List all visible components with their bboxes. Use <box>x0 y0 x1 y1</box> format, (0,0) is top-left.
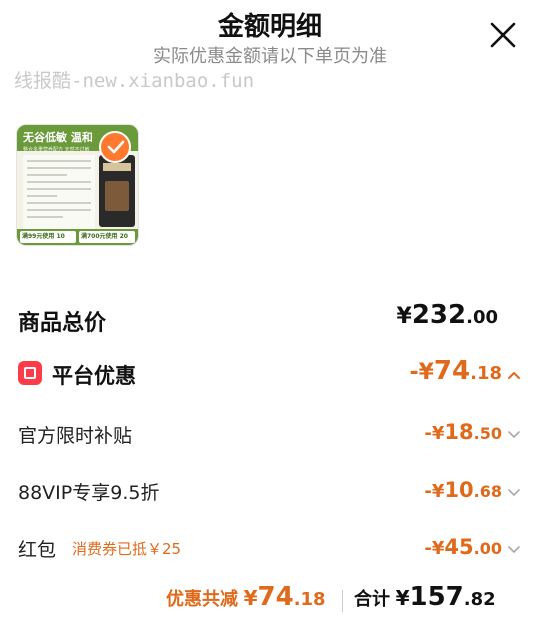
footer-total-dec: .82 <box>463 589 496 610</box>
footer-saved-int: 74 <box>257 582 294 612</box>
product-coupon: 满99元使用 10 <box>20 231 76 243</box>
watermark: 线报酷-new.xianbao.fun <box>14 70 255 92</box>
discount-prefix: -¥ <box>424 538 445 559</box>
platform-discount-dec: .18 <box>470 363 502 384</box>
discount-int: 45 <box>444 535 474 559</box>
footer-total-label: 合计 <box>354 589 390 610</box>
close-icon <box>490 22 516 48</box>
product-bag-photo <box>105 181 129 211</box>
product-coupons: 满99元使用 10 满700元使用 20 <box>17 229 138 245</box>
subtotal-int: 232 <box>411 300 467 330</box>
footer-saved: 优惠共减 ¥74.18 <box>166 582 326 612</box>
discount-label: 红包 <box>18 539 57 561</box>
chevron-down-icon <box>508 430 520 438</box>
footer-saved-dec: .18 <box>293 589 326 610</box>
footer-saved-currency: ¥ <box>243 586 258 610</box>
product-coupon: 满700元使用 20 <box>79 231 135 243</box>
discount-int: 18 <box>444 420 474 444</box>
platform-discount-label: 平台优惠 <box>52 364 136 388</box>
chevron-up-icon <box>508 371 520 379</box>
product-description-card <box>23 155 95 229</box>
close-button[interactable] <box>488 20 518 50</box>
check-icon <box>107 140 125 154</box>
product-banner-text: 无谷低敏 温和 <box>23 131 93 144</box>
discount-row-toggle[interactable]: -¥18.50 <box>424 420 520 444</box>
footer-divider <box>342 590 343 612</box>
footer-summary: 优惠共减 ¥74.18 合计 ¥157.82 <box>0 582 540 620</box>
footer-total-currency: ¥ <box>395 586 410 610</box>
discount-prefix: -¥ <box>424 481 445 502</box>
subtotal-currency: ¥ <box>396 304 412 329</box>
footer-saved-label: 优惠共减 <box>166 589 238 610</box>
discount-int: 10 <box>444 478 474 502</box>
subtotal-value: ¥232.00 <box>397 300 498 330</box>
page-title: 金额明细 <box>217 12 322 42</box>
selected-badge <box>99 131 131 163</box>
footer-total-int: 157 <box>409 582 464 612</box>
coupon-note: 消费券已抵￥25 <box>72 540 182 558</box>
discount-label: 88VIP专享9.5折 <box>18 482 160 504</box>
platform-discount-prefix: -¥ <box>409 360 434 385</box>
red-packet-icon <box>18 361 42 385</box>
discount-dec: .68 <box>473 482 502 501</box>
product-bag-label <box>103 163 131 171</box>
platform-discount-toggle[interactable]: -¥74.18 <box>409 356 520 386</box>
chevron-down-icon <box>508 488 520 496</box>
discount-row-toggle[interactable]: -¥10.68 <box>424 478 520 502</box>
subtotal-dec: .00 <box>466 307 498 328</box>
discount-dec: .00 <box>473 539 502 558</box>
page-subtitle: 实际优惠金额请以下单页为准 <box>153 46 387 67</box>
footer-total: 合计 ¥157.82 <box>354 582 496 612</box>
chevron-down-icon <box>508 545 520 553</box>
discount-row-toggle[interactable]: -¥45.00 <box>424 535 520 559</box>
product-bag-image <box>99 155 135 227</box>
discount-label: 官方限时补贴 <box>18 425 133 447</box>
platform-discount-int: 74 <box>433 356 471 386</box>
discount-prefix: -¥ <box>424 423 445 444</box>
discount-dec: .50 <box>473 424 502 443</box>
subtotal-label: 商品总价 <box>18 311 107 336</box>
